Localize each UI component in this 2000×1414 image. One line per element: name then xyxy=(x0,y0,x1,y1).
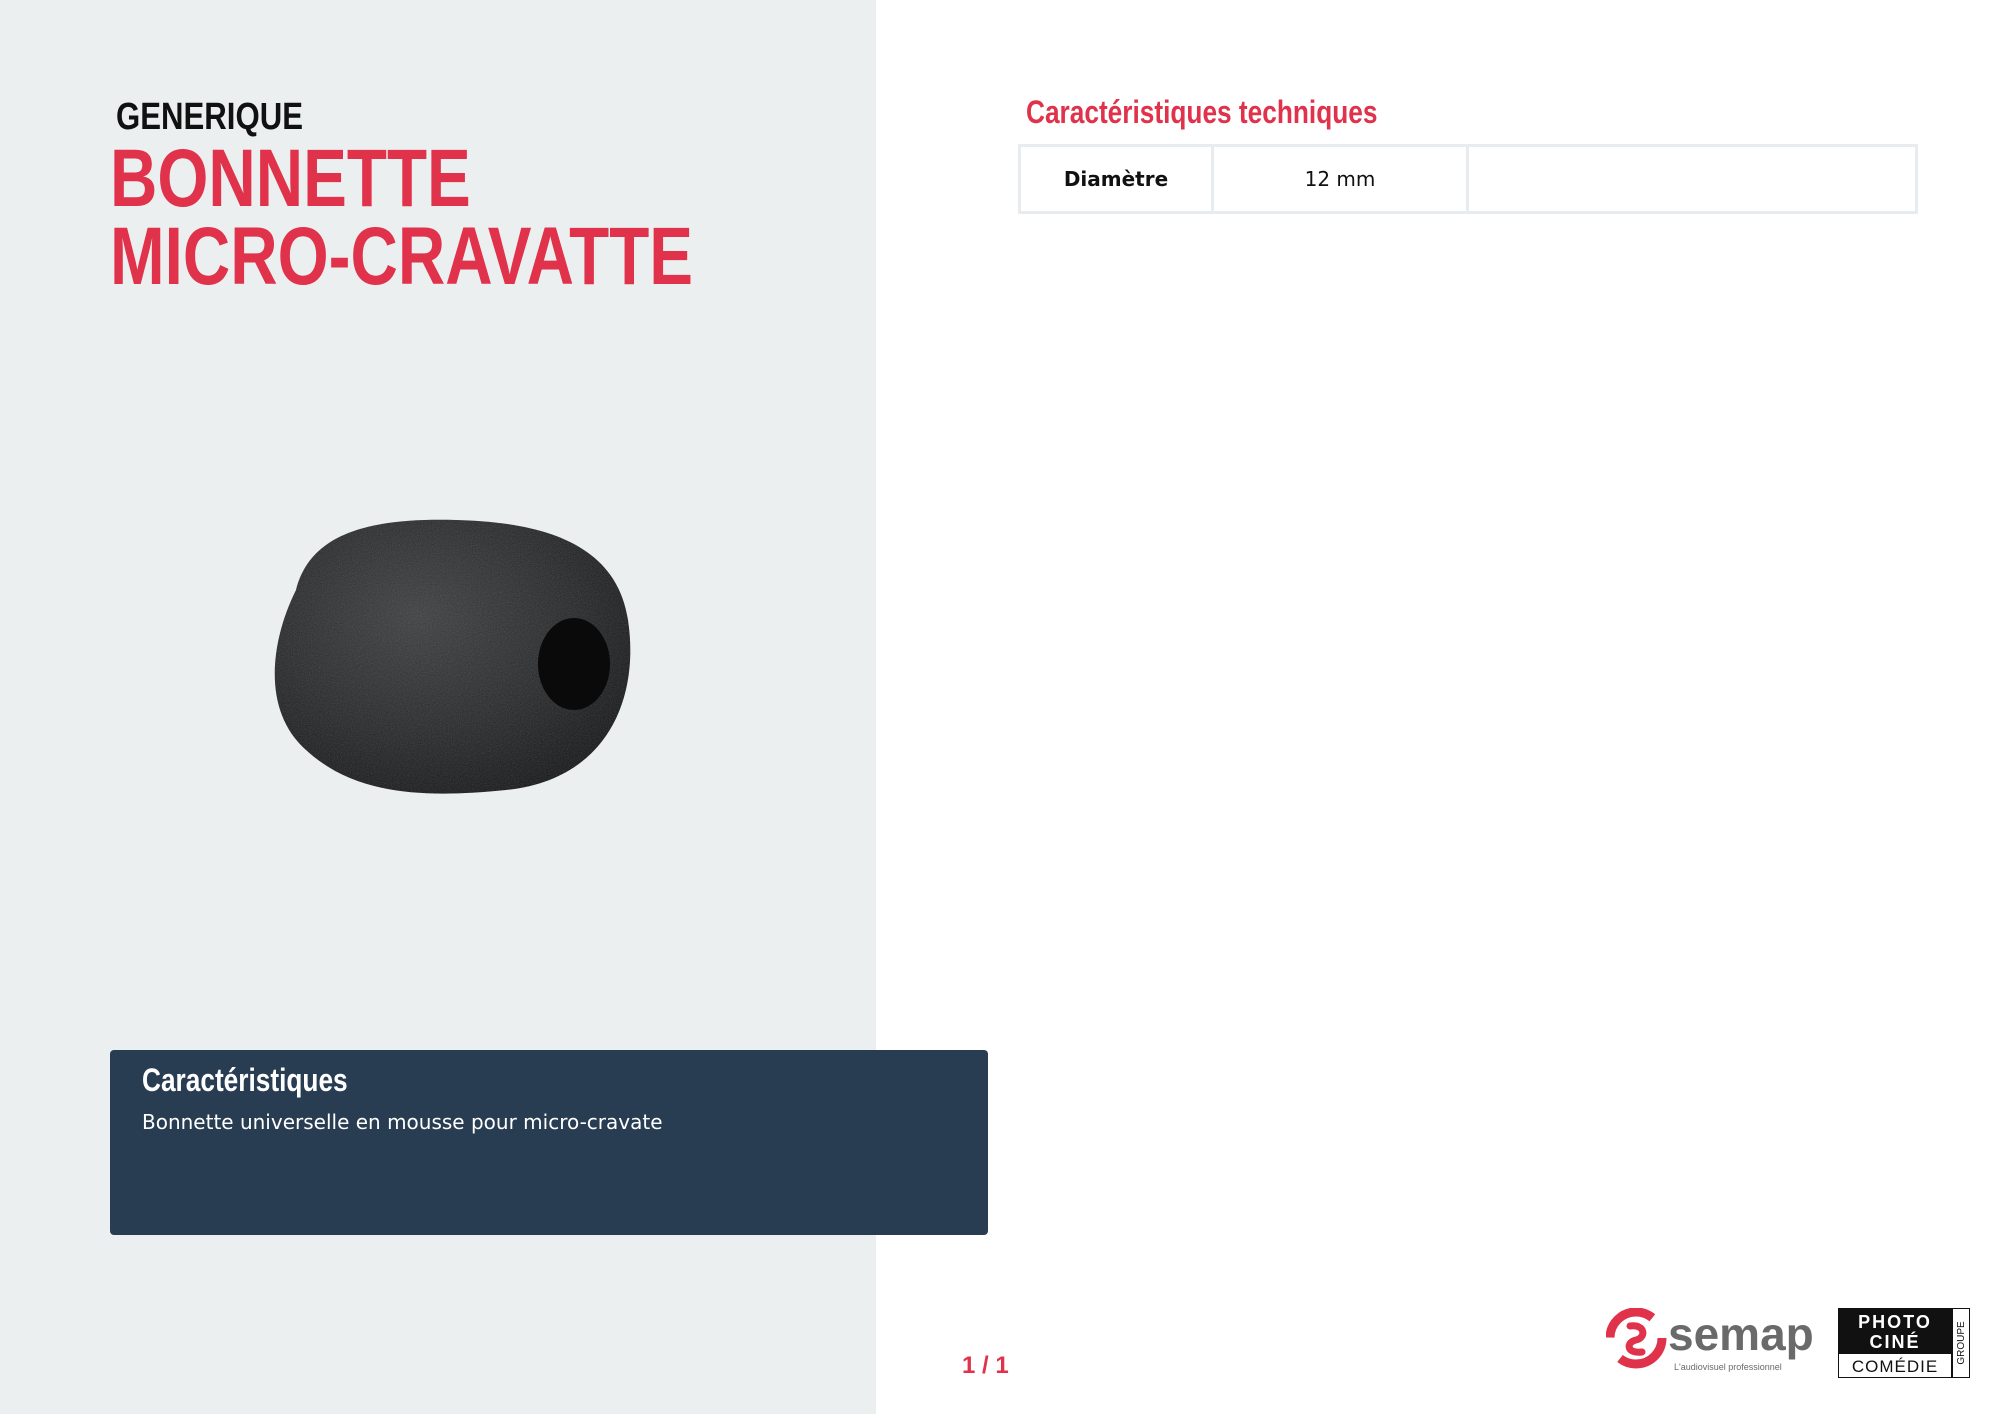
spec-value: 12 mm xyxy=(1211,144,1469,214)
foam-windscreen-image xyxy=(274,519,631,794)
pcc-side: GROUPE xyxy=(1956,1321,1967,1365)
spec-label: Diamètre xyxy=(1018,144,1214,214)
pcc-line2: CINÉ xyxy=(1869,1331,1920,1352)
specs-table: Diamètre 12 mm xyxy=(1018,144,1918,214)
foam-hole xyxy=(538,618,610,710)
semap-wordmark: semap xyxy=(1668,1308,1814,1360)
pcc-line1: PHOTO xyxy=(1858,1312,1932,1332)
page-number: 1 / 1 xyxy=(962,1352,1009,1379)
semap-logo: semap L'audiovisuel professionnel xyxy=(1606,1308,1814,1372)
table-row: Diamètre 12 mm xyxy=(1018,144,1918,214)
pcc-line3: COMÉDIE xyxy=(1852,1357,1938,1376)
product-title: BONNETTE MICRO-CRAVATTE xyxy=(110,133,694,302)
photo-cine-comedie-logo: PHOTO CINÉ COMÉDIE GROUPE xyxy=(1838,1308,1970,1378)
semap-tagline: L'audiovisuel professionnel xyxy=(1674,1362,1782,1372)
features-box: Caractéristiques Bonnette universelle en… xyxy=(110,1050,988,1235)
spec-extra xyxy=(1466,144,1918,214)
features-heading: Caractéristiques xyxy=(142,1062,348,1098)
features-description: Bonnette universelle en mousse pour micr… xyxy=(142,1110,663,1134)
technical-specs-heading: Caractéristiques techniques xyxy=(1026,94,1378,130)
